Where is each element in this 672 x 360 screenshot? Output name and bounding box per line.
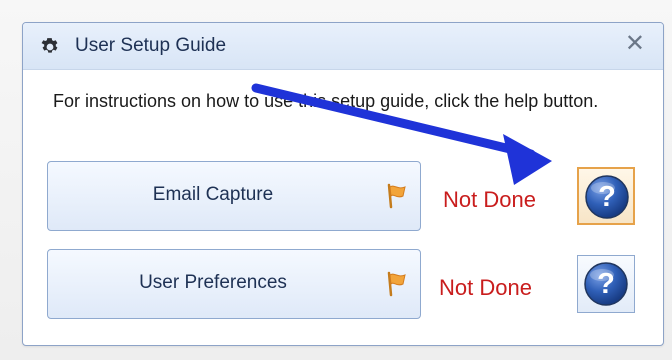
user-preferences-label: User Preferences (139, 272, 287, 293)
dialog-title: User Setup Guide (75, 35, 227, 56)
screenshot-canvas: User Setup Guide ✕ For instructions on h… (0, 0, 672, 360)
email-capture-status: Not Done (443, 187, 536, 212)
svg-text:?: ? (598, 181, 616, 213)
email-capture-help-button[interactable]: ? (577, 167, 635, 225)
instructions-text: For instructions on how to use this setu… (53, 91, 599, 111)
question-mark-icon: ? (585, 175, 629, 219)
email-capture-label: Email Capture (152, 184, 274, 205)
close-button[interactable]: ✕ (625, 32, 645, 56)
user-preferences-button[interactable]: User Preferences (47, 249, 421, 319)
user-preferences-status: Not Done (439, 275, 532, 300)
dialog-titlebar: User Setup Guide ✕ (23, 23, 663, 70)
email-capture-button[interactable]: Email Capture (47, 161, 421, 231)
svg-text:?: ? (597, 268, 615, 300)
orange-flag-icon (387, 271, 406, 297)
question-mark-icon: ? (584, 262, 628, 306)
user-preferences-help-button[interactable]: ? (577, 255, 635, 313)
gear-icon (41, 38, 58, 53)
orange-flag-icon (387, 183, 406, 209)
user-setup-guide-dialog: User Setup Guide ✕ For instructions on h… (22, 22, 664, 346)
